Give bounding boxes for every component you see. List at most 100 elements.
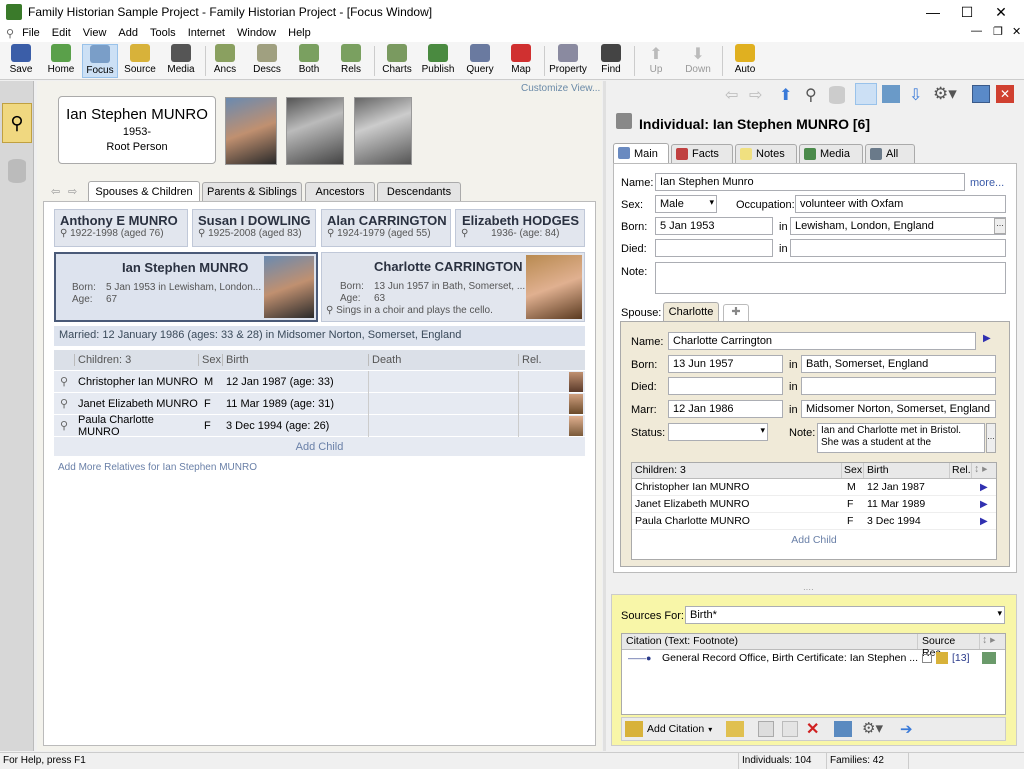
- forward-arrow-icon[interactable]: ⇨: [68, 185, 77, 198]
- died-date-field[interactable]: [655, 239, 773, 257]
- tab-descendants[interactable]: Descendants: [377, 182, 461, 201]
- child-thumbnail[interactable]: [569, 393, 583, 414]
- marriage-date-field[interactable]: 12 Jan 1986: [668, 400, 783, 418]
- publish-button[interactable]: Publish: [420, 44, 456, 78]
- gear-icon[interactable]: ⚙▾: [862, 719, 883, 737]
- magnifier-icon[interactable]: ⚲: [326, 305, 333, 316]
- home-button[interactable]: Home: [44, 44, 78, 78]
- menu-internet[interactable]: Internet: [182, 27, 231, 39]
- both-button[interactable]: Both: [294, 44, 324, 78]
- tab-facts[interactable]: Facts: [671, 144, 733, 163]
- maximize-button[interactable]: ☐: [950, 0, 984, 24]
- ellipsis-button[interactable]: …: [994, 218, 1006, 234]
- up-button[interactable]: ⬆ Up: [642, 44, 670, 78]
- mdi-system-icon[interactable]: ⚲: [0, 27, 16, 40]
- auto-button[interactable]: Auto: [730, 44, 760, 78]
- add-spouse-icon[interactable]: ✚: [723, 304, 749, 322]
- magnifier-icon[interactable]: ⚲: [198, 228, 205, 239]
- root-person-card[interactable]: Ian Stephen MUNRO 1953- Root Person: [58, 96, 216, 164]
- down-button[interactable]: ⬇ Down: [682, 44, 714, 78]
- spouse-born-date-field[interactable]: 13 Jun 1957: [668, 355, 783, 373]
- born-place-field[interactable]: Lewisham, London, England: [790, 217, 1006, 235]
- note-field[interactable]: [655, 262, 1006, 294]
- spouse-child-row[interactable]: Christopher Ian MUNRO M 12 Jan 1987 ▶: [632, 479, 996, 496]
- add-child-button[interactable]: Add Child: [632, 534, 996, 546]
- parent-card[interactable]: Elizabeth HODGES ⚲ 1936- (age: 84): [455, 209, 585, 247]
- close-button[interactable]: ✕: [984, 0, 1018, 24]
- ancestors-button[interactable]: Ancs: [210, 44, 240, 78]
- gear-icon[interactable]: ⚙▾: [933, 84, 957, 104]
- go-to-child-icon[interactable]: ▶: [972, 516, 996, 527]
- query-button[interactable]: Query: [464, 44, 496, 78]
- media-link-icon[interactable]: [982, 652, 996, 664]
- save-button[interactable]: Save: [6, 44, 36, 78]
- up-arrow-icon[interactable]: ⬆: [779, 85, 792, 105]
- go-to-child-icon[interactable]: ▶: [972, 499, 996, 510]
- died-place-field[interactable]: [790, 239, 1006, 257]
- mdi-close-button[interactable]: ✕: [1006, 25, 1024, 38]
- magnifier-icon[interactable]: ⚲: [805, 85, 817, 105]
- add-citation-button[interactable]: Add Citation ▾: [625, 721, 712, 737]
- map-button[interactable]: Map: [506, 44, 536, 78]
- main-person-card[interactable]: Ian Stephen MUNRO Born: 5 Jan 1953 in Le…: [54, 252, 318, 322]
- back-arrow-icon[interactable]: ⇦: [51, 185, 60, 198]
- vertical-splitter[interactable]: [603, 81, 606, 751]
- magnifier-icon[interactable]: ⚲: [327, 228, 334, 239]
- magnifier-icon[interactable]: ⚲: [54, 397, 74, 410]
- add-more-relatives-link[interactable]: Add More Relatives for Ian Stephen MUNRO: [58, 462, 257, 473]
- database-icon[interactable]: [829, 86, 845, 104]
- charts-button[interactable]: Charts: [380, 44, 414, 78]
- copy-icon[interactable]: [758, 721, 774, 737]
- source-rec-link[interactable]: [13]: [948, 652, 982, 664]
- find-button[interactable]: Find: [596, 44, 626, 78]
- tab-parents-siblings[interactable]: Parents & Siblings: [202, 182, 302, 201]
- status-select[interactable]: ▾: [668, 423, 768, 441]
- menu-window[interactable]: Window: [231, 27, 282, 39]
- main-person-photo[interactable]: [264, 256, 314, 318]
- born-date-field[interactable]: 5 Jan 1953: [655, 217, 773, 235]
- delete-icon[interactable]: ✕: [806, 719, 819, 739]
- parent-card[interactable]: Susan I DOWLING ⚲ 1925-2008 (aged 83): [192, 209, 316, 247]
- magnifier-icon[interactable]: ⚲: [54, 375, 74, 388]
- tab-ancestors[interactable]: Ancestors: [305, 182, 375, 201]
- tab-spouses-children[interactable]: Spouses & Children: [88, 181, 200, 202]
- more-link[interactable]: more...: [970, 177, 1004, 189]
- back-arrow-icon[interactable]: ⇦: [725, 85, 738, 105]
- parent-card[interactable]: Anthony E MUNRO ⚲ 1922-1998 (aged 76): [54, 209, 188, 247]
- menu-view[interactable]: View: [77, 27, 113, 39]
- source-edit-icon[interactable]: [726, 721, 744, 737]
- menu-help[interactable]: Help: [282, 27, 317, 39]
- horizontal-splitter[interactable]: ····: [803, 585, 814, 594]
- name-field[interactable]: Ian Stephen Munro: [655, 173, 965, 191]
- family-icon[interactable]: [882, 85, 900, 103]
- source-toggle-icon[interactable]: [855, 83, 877, 105]
- spouse-tab[interactable]: Charlotte: [663, 302, 719, 322]
- pin-icon[interactable]: ⇩: [909, 85, 922, 105]
- focus-button[interactable]: Focus: [82, 44, 118, 78]
- menu-file[interactable]: File: [16, 27, 46, 39]
- go-to-spouse-icon[interactable]: ▶: [983, 333, 991, 344]
- spouse-photo[interactable]: [526, 255, 582, 319]
- citation-checkbox[interactable]: [922, 653, 932, 663]
- spouse-card[interactable]: Charlotte CARRINGTON Born: 13 Jun 1957 i…: [321, 252, 585, 322]
- menu-add[interactable]: Add: [112, 27, 144, 39]
- restore-pane-icon[interactable]: [972, 85, 990, 103]
- spouse-died-date-field[interactable]: [668, 377, 783, 395]
- media-button[interactable]: Media: [162, 44, 200, 78]
- occupation-field[interactable]: volunteer with Oxfam: [795, 195, 1006, 213]
- mdi-minimize-button[interactable]: —: [965, 25, 988, 37]
- sex-select[interactable]: Male ▾: [655, 195, 717, 213]
- citation-row[interactable]: ——● General Record Office, Birth Certifi…: [622, 650, 1005, 666]
- tab-all[interactable]: All: [865, 144, 915, 163]
- tab-media[interactable]: Media: [799, 144, 863, 163]
- sources-for-select[interactable]: Birth* ▾: [685, 606, 1005, 624]
- tab-notes[interactable]: Notes: [735, 144, 797, 163]
- spouse-note-field[interactable]: Ian and Charlotte met in Bristol. She wa…: [817, 423, 985, 453]
- child-row[interactable]: ⚲ Janet Elizabeth MUNRO F 11 Mar 1989 (a…: [54, 392, 585, 415]
- photo-child-2[interactable]: [354, 97, 412, 165]
- property-button[interactable]: Property: [548, 44, 588, 78]
- child-row[interactable]: ⚲ Christopher Ian MUNRO M 12 Jan 1987 (a…: [54, 370, 585, 393]
- marriage-place-field[interactable]: Midsomer Norton, Somerset, England: [801, 400, 996, 418]
- tab-main[interactable]: Main: [613, 143, 669, 164]
- minimize-button[interactable]: —: [916, 0, 950, 24]
